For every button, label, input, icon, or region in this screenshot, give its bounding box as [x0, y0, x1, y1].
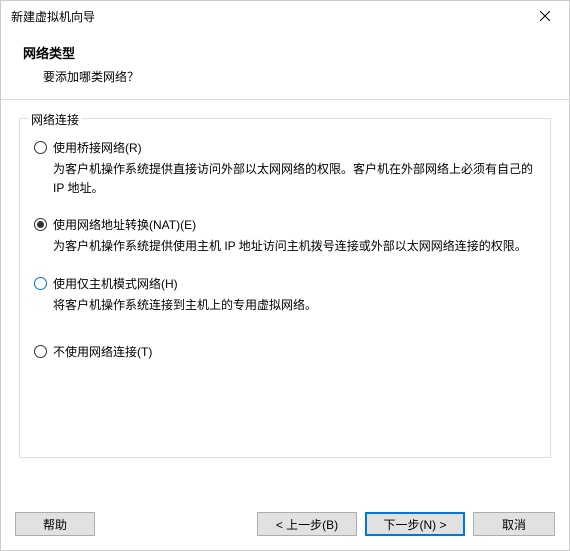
- radio-label: 使用网络地址转换(NAT)(E): [53, 216, 196, 233]
- radio-icon: [34, 277, 47, 290]
- next-button[interactable]: 下一步(N) >: [365, 512, 465, 536]
- radio-icon: [34, 141, 47, 154]
- help-button[interactable]: 帮助: [15, 512, 95, 536]
- option-nat: 使用网络地址转换(NAT)(E) 为客户机操作系统提供使用主机 IP 地址访问主…: [34, 216, 536, 256]
- radio-icon: [34, 218, 47, 231]
- close-icon: [540, 11, 550, 21]
- option-none: 不使用网络连接(T): [34, 343, 536, 360]
- radio-bridged[interactable]: 使用桥接网络(R): [34, 139, 536, 156]
- page-subtitle: 要添加哪类网络？: [43, 68, 547, 85]
- titlebar: 新建虚拟机向导: [1, 1, 569, 31]
- radio-label: 使用仅主机模式网络(H): [53, 275, 178, 292]
- groupbox-label: 网络连接: [28, 111, 82, 128]
- radio-icon: [34, 345, 47, 358]
- content-area: 网络连接 使用桥接网络(R) 为客户机操作系统提供直接访问外部以太网网络的权限。…: [1, 100, 569, 502]
- radio-description: 为客户机操作系统提供使用主机 IP 地址访问主机拨号连接或外部以太网网络连接的权…: [53, 237, 536, 256]
- radio-none[interactable]: 不使用网络连接(T): [34, 343, 536, 360]
- option-bridged: 使用桥接网络(R) 为客户机操作系统提供直接访问外部以太网网络的权限。客户机在外…: [34, 139, 536, 198]
- cancel-button[interactable]: 取消: [473, 512, 555, 536]
- radio-label: 使用桥接网络(R): [53, 139, 142, 156]
- radio-label: 不使用网络连接(T): [53, 343, 152, 360]
- network-connection-group: 网络连接 使用桥接网络(R) 为客户机操作系统提供直接访问外部以太网网络的权限。…: [19, 118, 551, 458]
- radio-nat[interactable]: 使用网络地址转换(NAT)(E): [34, 216, 536, 233]
- wizard-header: 网络类型 要添加哪类网络？: [1, 31, 569, 100]
- option-hostonly: 使用仅主机模式网络(H) 将客户机操作系统连接到主机上的专用虚拟网络。: [34, 275, 536, 315]
- radio-hostonly[interactable]: 使用仅主机模式网络(H): [34, 275, 536, 292]
- close-button[interactable]: [525, 2, 565, 30]
- page-title: 网络类型: [23, 43, 547, 62]
- wizard-footer: 帮助 < 上一步(B) 下一步(N) > 取消: [1, 502, 569, 550]
- radio-description: 将客户机操作系统连接到主机上的专用虚拟网络。: [53, 296, 536, 315]
- back-button[interactable]: < 上一步(B): [257, 512, 357, 536]
- window-title: 新建虚拟机向导: [11, 8, 95, 25]
- radio-description: 为客户机操作系统提供直接访问外部以太网网络的权限。客户机在外部网络上必须有自己的…: [53, 160, 536, 198]
